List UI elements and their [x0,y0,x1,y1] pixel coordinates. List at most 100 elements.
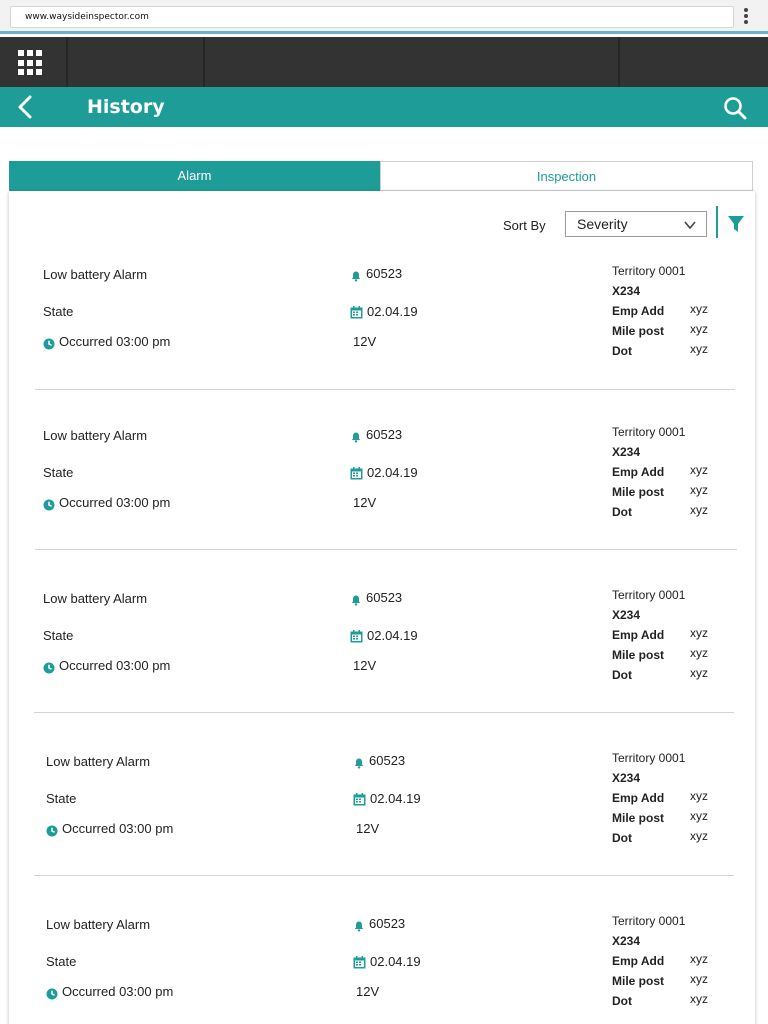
clock-icon [46,985,58,1004]
territory-code: X234 [612,934,641,948]
state-label: State [43,628,74,643]
search-icon[interactable] [722,95,748,121]
dot-value: xyz [690,992,708,1006]
territory-code: X234 [612,608,641,622]
mile-post-value: xyz [690,646,708,660]
mile-post-label: Mile post [612,811,665,825]
row-divider [34,875,734,876]
top-toolbar [0,37,768,87]
mile-post-label: Mile post [612,974,665,988]
alarm-title: Low battery Alarm [43,591,148,606]
dot-value: xyz [690,666,708,680]
sort-divider [716,206,718,238]
voltage-value: 12V [356,984,380,999]
toolbar-divider [618,37,620,87]
mile-post-value: xyz [690,322,708,336]
dot-label: Dot [612,505,632,519]
territory-code: X234 [612,284,641,298]
occurred-time: Occurred 03:00 pm [59,658,171,673]
territory-label: Territory 0001 [612,751,686,765]
sort-by-label: Sort By [503,218,546,233]
dot-value: xyz [690,342,708,356]
clock-icon [43,335,55,354]
calendar-icon [353,791,366,810]
sort-select-value: Severity [577,216,628,232]
dot-value: xyz [690,829,708,843]
calendar-icon [350,304,363,323]
emp-add-label: Emp Add [612,791,665,805]
tab-inspection[interactable]: Inspection [380,161,753,191]
alarm-id: 60523 [366,590,403,605]
alarm-id: 60523 [366,427,403,442]
territory-code: X234 [612,445,641,459]
alarm-title: Low battery Alarm [43,267,148,282]
toolbar-divider [66,37,68,87]
browser-bar: www.waysideinspector.com [0,0,768,34]
clock-icon [46,822,58,841]
clock-icon [43,659,55,678]
emp-add-value: xyz [690,463,708,477]
dot-label: Dot [612,344,632,358]
emp-add-value: xyz [690,789,708,803]
calendar-icon [350,465,363,484]
occurred-time: Occurred 03:00 pm [59,495,171,510]
voltage-value: 12V [356,821,380,836]
mile-post-value: xyz [690,809,708,823]
alarm-title: Low battery Alarm [46,917,151,932]
voltage-value: 12V [353,658,377,673]
tab-alarm[interactable]: Alarm [9,161,380,191]
emp-add-label: Emp Add [612,465,665,479]
alarm-date: 02.04.19 [367,304,418,319]
alarm-id: 60523 [369,753,406,768]
alarm-date: 02.04.19 [370,954,421,969]
emp-add-value: xyz [690,302,708,316]
bell-icon [351,267,361,286]
filter-icon[interactable] [727,215,745,233]
state-label: State [43,304,74,319]
bell-icon [354,917,364,936]
territory-label: Territory 0001 [612,588,686,602]
state-label: State [46,954,77,969]
page-title: History [87,96,165,118]
state-label: State [43,465,74,480]
more-options-icon[interactable] [741,8,751,28]
dot-label: Dot [612,831,632,845]
voltage-value: 12V [353,495,377,510]
territory-label: Territory 0001 [612,264,686,278]
mile-post-label: Mile post [612,324,665,338]
mile-post-value: xyz [690,483,708,497]
territory-label: Territory 0001 [612,914,686,928]
row-divider [35,389,735,390]
alarm-title: Low battery Alarm [43,428,148,443]
dot-label: Dot [612,994,632,1008]
emp-add-value: xyz [690,626,708,640]
alarm-id: 60523 [369,916,406,931]
state-label: State [46,791,77,806]
territory-label: Territory 0001 [612,425,686,439]
page-header: History [0,87,768,127]
alarm-title: Low battery Alarm [46,754,151,769]
alarm-id: 60523 [366,266,403,281]
mile-post-label: Mile post [612,485,665,499]
occurred-time: Occurred 03:00 pm [62,821,174,836]
mile-post-value: xyz [690,972,708,986]
alarm-date: 02.04.19 [370,791,421,806]
calendar-icon [350,628,363,647]
back-arrow-icon[interactable] [14,95,38,119]
url-field[interactable]: www.waysideinspector.com [10,6,734,28]
emp-add-label: Emp Add [612,628,665,642]
row-divider [34,712,734,713]
calendar-icon [353,954,366,973]
occurred-time: Occurred 03:00 pm [59,334,171,349]
emp-add-label: Emp Add [612,304,665,318]
clock-icon [43,496,55,515]
bell-icon [354,754,364,773]
dot-label: Dot [612,668,632,682]
bell-icon [351,591,361,610]
alarm-date: 02.04.19 [367,465,418,480]
tab-bar: Alarm Inspection [9,161,753,191]
bell-icon [351,428,361,447]
sort-select[interactable]: Severity [565,211,707,237]
territory-code: X234 [612,771,641,785]
app-grid-icon[interactable] [18,50,44,76]
